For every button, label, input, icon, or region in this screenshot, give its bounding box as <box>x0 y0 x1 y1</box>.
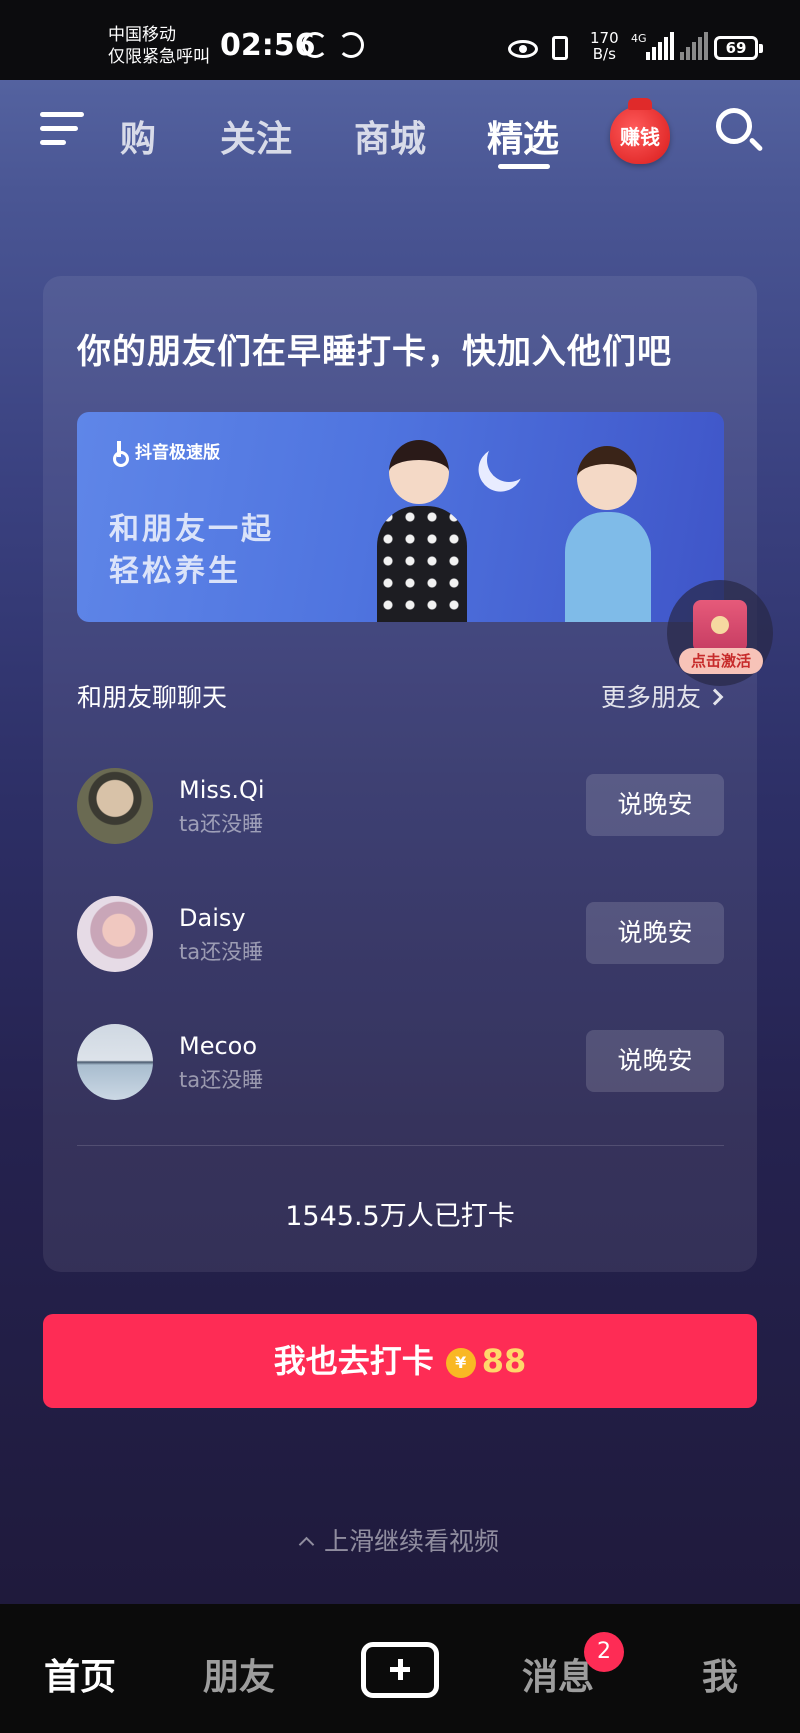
avatar[interactable] <box>77 896 153 972</box>
more-friends-label: 更多朋友 <box>600 683 701 712</box>
say-goodnight-button[interactable]: 说晚安 <box>586 774 724 836</box>
chevron-right-icon <box>706 688 724 706</box>
checkin-button-label: 我也去打卡 <box>273 1342 434 1380</box>
network-speed: 170 B/s <box>590 30 619 62</box>
network-speed-value: 170 <box>590 29 619 47</box>
hotspot-icon <box>338 32 364 58</box>
red-envelope-widget[interactable]: 点击激活 <box>667 580 773 686</box>
search-icon[interactable] <box>716 108 764 156</box>
eye-comfort-icon <box>508 40 538 58</box>
avatar[interactable] <box>77 768 153 844</box>
signal-icon <box>646 32 674 60</box>
nav-me[interactable]: 我 <box>702 1648 738 1700</box>
menu-icon[interactable] <box>40 112 84 148</box>
app-logo: 抖音极速版 <box>113 438 220 467</box>
boy-illustration <box>553 442 663 622</box>
card-title: 你的朋友们在早睡打卡，快加入他们吧 <box>77 332 672 372</box>
vibrate-icon <box>552 36 568 60</box>
app-name: 抖音极速版 <box>135 443 220 463</box>
activate-label: 点击激活 <box>679 648 763 674</box>
earn-money-button[interactable]: 赚钱 <box>610 98 670 164</box>
friend-row[interactable]: Mecoo ta还没睡 说晚安 <box>77 1024 724 1100</box>
nav-friends[interactable]: 朋友 <box>203 1648 275 1700</box>
carrier-status: 仅限紧急呼叫 <box>108 47 210 67</box>
tab-following[interactable]: 关注 <box>220 110 292 162</box>
girl-illustration <box>367 432 477 622</box>
swipe-up-hint[interactable]: 上滑继续看视频 <box>0 1522 800 1558</box>
tab-mall[interactable]: 商城 <box>354 110 426 162</box>
music-note-icon <box>113 441 131 467</box>
network-speed-unit: B/s <box>592 45 616 63</box>
checkin-button[interactable]: 我也去打卡 ¥88 <box>43 1314 757 1408</box>
say-goodnight-button[interactable]: 说晚安 <box>586 902 724 964</box>
network-type: 4G <box>631 32 647 45</box>
friend-status: ta还没睡 <box>179 1068 264 1092</box>
bottom-nav: 首页 朋友 消息 2 我 <box>0 1604 800 1733</box>
coin-reward: 88 <box>481 1342 527 1380</box>
friend-name: Mecoo <box>179 1032 258 1060</box>
top-nav: 购 关注 商城 精选 赚钱 <box>0 80 800 190</box>
say-goodnight-button[interactable]: 说晚安 <box>586 1030 724 1092</box>
friend-status: ta还没睡 <box>179 812 264 836</box>
tab-shopping[interactable]: 购 <box>120 110 156 162</box>
red-envelope-icon <box>693 600 747 652</box>
signal-sim2-icon <box>680 32 708 60</box>
active-tab-indicator <box>498 164 550 169</box>
battery-icon: 69 <box>714 36 763 60</box>
chat-section-title: 和朋友聊聊天 <box>77 683 228 712</box>
chevron-up-icon <box>298 1536 315 1553</box>
checkin-count: 1545.5万人已打卡 <box>285 1201 515 1232</box>
coin-icon: ¥ <box>445 1348 476 1378</box>
avatar[interactable] <box>77 1024 153 1100</box>
friend-row[interactable]: Daisy ta还没睡 说晚安 <box>77 896 724 972</box>
friend-name: Miss.Qi <box>179 776 265 804</box>
create-post-button[interactable] <box>361 1642 439 1698</box>
status-bar: 中国移动 仅限紧急呼叫 02:56 170 B/s 4G 69 <box>0 0 800 80</box>
sync-icon <box>302 32 328 58</box>
divider <box>77 1145 724 1146</box>
friend-status: ta还没睡 <box>179 940 264 964</box>
friends-checkin-card: 你的朋友们在早睡打卡，快加入他们吧 抖音极速版 和朋友一起 轻松养生 和朋友聊聊… <box>43 276 757 1272</box>
nav-messages[interactable]: 消息 <box>522 1648 594 1700</box>
swipe-hint-text: 上滑继续看视频 <box>323 1527 499 1556</box>
moon-illustration <box>484 435 535 486</box>
friend-row[interactable]: Miss.Qi ta还没睡 说晚安 <box>77 768 724 844</box>
carrier-name: 中国移动 <box>108 25 176 45</box>
message-badge: 2 <box>584 1632 624 1672</box>
carrier-info: 中国移动 仅限紧急呼叫 <box>108 24 210 68</box>
nav-home[interactable]: 首页 <box>44 1648 116 1700</box>
banner-line-1: 和朋友一起 <box>109 512 274 547</box>
banner-line-2: 轻松养生 <box>109 554 241 589</box>
promo-banner[interactable]: 抖音极速版 和朋友一起 轻松养生 <box>77 412 724 622</box>
tab-featured[interactable]: 精选 <box>487 110 559 162</box>
friend-name: Daisy <box>179 904 246 932</box>
